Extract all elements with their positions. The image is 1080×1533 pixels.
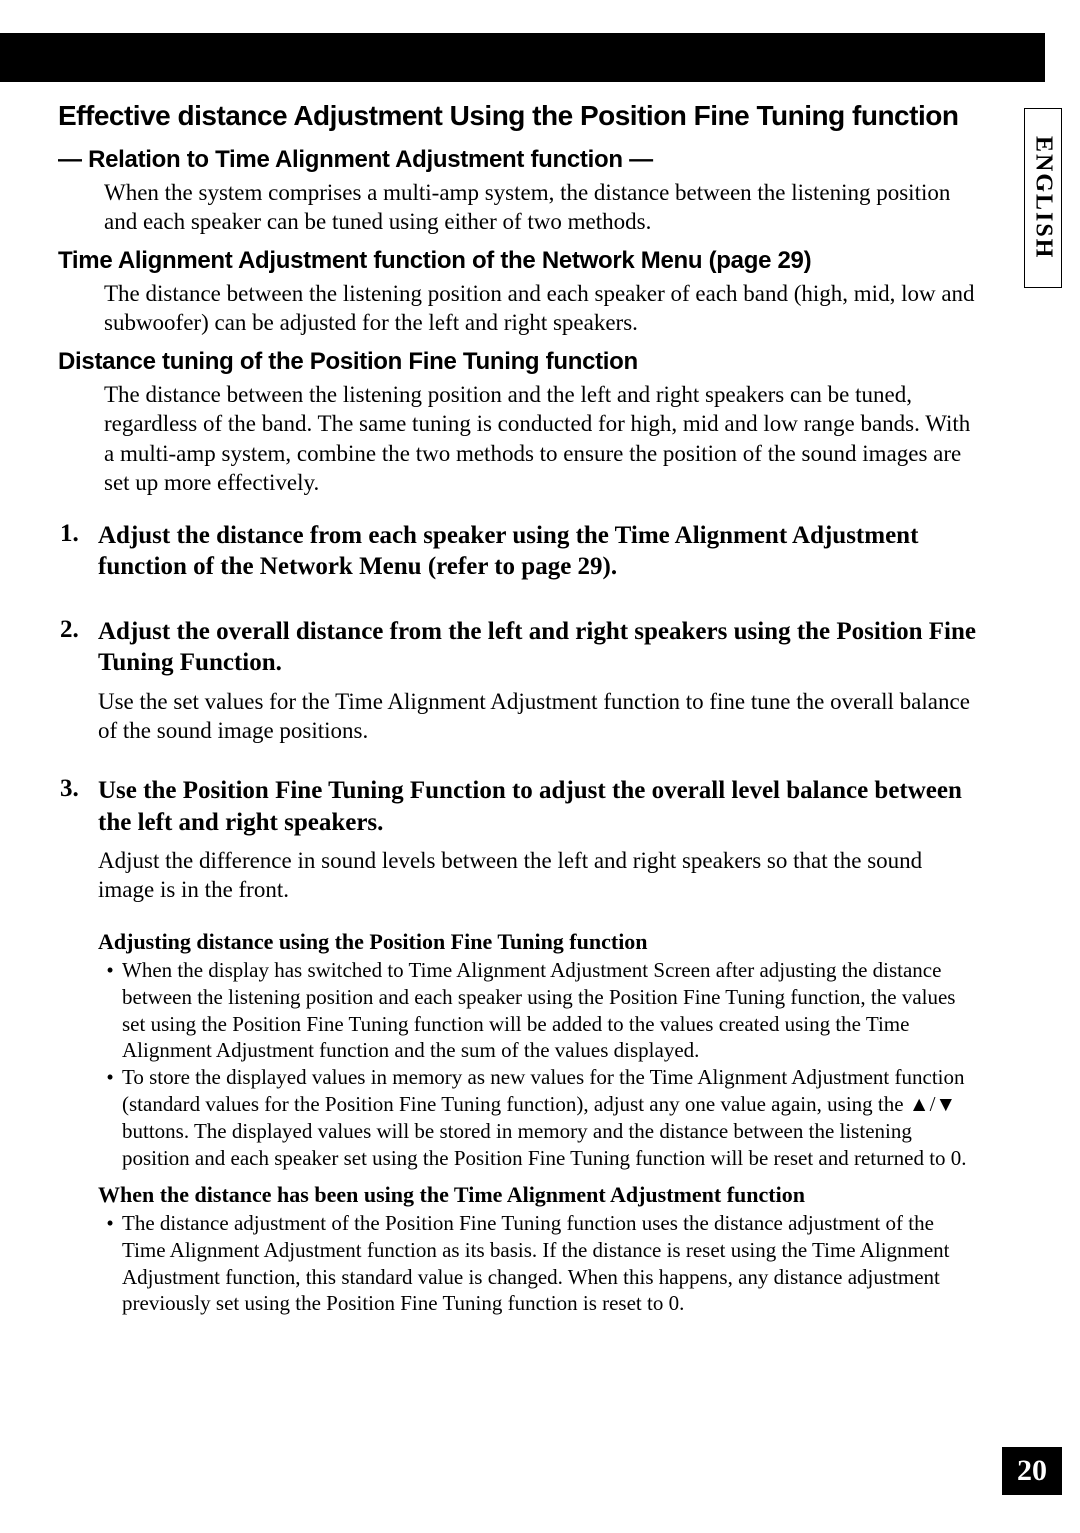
bullet-icon: • bbox=[98, 1210, 122, 1318]
step-number: 2. bbox=[58, 616, 98, 679]
step-row: 2. Adjust the overall distance from the … bbox=[58, 616, 978, 679]
section-body: The distance between the listening posit… bbox=[104, 380, 978, 498]
bullet-item: • When the display has switched to Time … bbox=[98, 957, 978, 1065]
step-body: Use the set values for the Time Alignmen… bbox=[98, 687, 978, 746]
bullet-item: • To store the displayed values in memor… bbox=[98, 1064, 978, 1172]
step-number: 1. bbox=[58, 520, 98, 583]
step-title: Use the Position Fine Tuning Function to… bbox=[98, 775, 978, 838]
step-row: 3. Use the Position Fine Tuning Function… bbox=[58, 775, 978, 838]
page-content: Effective distance Adjustment Using the … bbox=[58, 100, 978, 1317]
page-number: 20 bbox=[1017, 1454, 1047, 1488]
note-heading: Adjusting distance using the Position Fi… bbox=[98, 929, 978, 955]
page-title: Effective distance Adjustment Using the … bbox=[58, 100, 978, 132]
language-tab: ENGLISH bbox=[1024, 108, 1062, 288]
section-body: When the system comprises a multi-amp sy… bbox=[104, 178, 978, 237]
bullet-item: • The distance adjustment of the Positio… bbox=[98, 1210, 978, 1318]
section-heading: — Relation to Time Alignment Adjustment … bbox=[58, 146, 978, 174]
step-body: Adjust the difference in sound levels be… bbox=[98, 846, 978, 905]
section-body: The distance between the listening posit… bbox=[104, 279, 978, 338]
step-number: 3. bbox=[58, 775, 98, 838]
section-heading: Distance tuning of the Position Fine Tun… bbox=[58, 348, 978, 376]
section-heading: Time Alignment Adjustment function of th… bbox=[58, 247, 978, 275]
bullet-icon: • bbox=[98, 957, 122, 1065]
header-black-bar bbox=[0, 33, 1045, 82]
bullet-text: To store the displayed values in memory … bbox=[122, 1064, 978, 1172]
bullet-text: When the display has switched to Time Al… bbox=[122, 957, 978, 1065]
step-row: 1. Adjust the distance from each speaker… bbox=[58, 520, 978, 583]
step-title: Adjust the overall distance from the lef… bbox=[98, 616, 978, 679]
bullet-icon: • bbox=[98, 1064, 122, 1172]
language-tab-label: ENGLISH bbox=[1030, 136, 1057, 259]
bullet-text: The distance adjustment of the Position … bbox=[122, 1210, 978, 1318]
page-number-tab: 20 bbox=[1002, 1447, 1062, 1495]
step-title: Adjust the distance from each speaker us… bbox=[98, 520, 978, 583]
note-heading: When the distance has been using the Tim… bbox=[98, 1182, 978, 1208]
